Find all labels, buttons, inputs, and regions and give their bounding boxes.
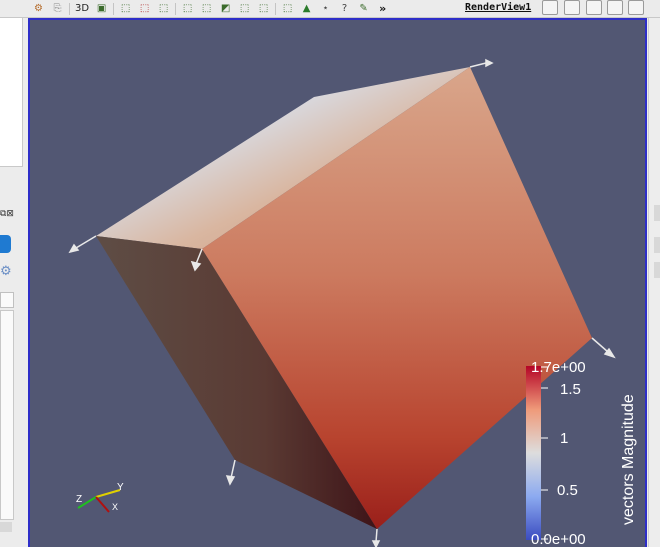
split-horizontal-button[interactable] bbox=[542, 0, 558, 15]
right-panel-control[interactable] bbox=[654, 205, 660, 221]
find-data-icon[interactable]: ⋆ bbox=[319, 2, 332, 15]
query-icon[interactable]: ? bbox=[338, 2, 351, 15]
axis-z-label: Z bbox=[76, 494, 82, 505]
toolbar-separator bbox=[113, 2, 115, 15]
more-tools-button[interactable]: » bbox=[379, 2, 386, 15]
toolbar-separator bbox=[69, 2, 70, 15]
axis-y-label: Y bbox=[117, 482, 124, 493]
camera-undo-icon[interactable]: ⎘ bbox=[51, 2, 64, 15]
search-field[interactable] bbox=[0, 292, 14, 308]
clear-selection-icon[interactable]: ✎ bbox=[357, 2, 370, 15]
select-polygon-icon[interactable]: ⬚ bbox=[257, 2, 270, 15]
hover-cells-icon[interactable]: ⬚ bbox=[238, 2, 251, 15]
pipeline-browser-panel[interactable] bbox=[0, 18, 23, 167]
legend-label-0-5: 0.5 bbox=[557, 482, 578, 499]
close-view-button[interactable] bbox=[628, 0, 644, 15]
maximize-button[interactable] bbox=[586, 0, 602, 15]
axis-x-label: X bbox=[112, 502, 118, 512]
hover-points-icon[interactable]: ◩ bbox=[219, 2, 232, 15]
restore-button[interactable] bbox=[607, 0, 623, 15]
color-legend-bar bbox=[526, 366, 541, 540]
toolbar: ⚙ ⎘ 3D ▣ ⬚ ⬚ ⬚ ⬚ ⬚ ◩ ⬚ ⬚ ⬚ ▲ ⋆ ? ✎ » bbox=[0, 0, 660, 18]
right-panel-control[interactable] bbox=[654, 237, 660, 253]
legend-label-1-5: 1.5 bbox=[560, 381, 581, 398]
split-vertical-button[interactable] bbox=[564, 0, 580, 15]
select-points-icon[interactable]: ⬚ bbox=[138, 2, 151, 15]
panel-float-close-icons[interactable]: ⧉⊠ bbox=[0, 209, 14, 219]
view-3d-button[interactable]: 3D bbox=[75, 3, 89, 14]
camera-redo-icon[interactable]: ▣ bbox=[95, 2, 108, 15]
gear-icon[interactable]: ⚙ bbox=[0, 264, 12, 280]
right-dock bbox=[648, 18, 660, 547]
interactive-select-icon[interactable]: ⬚ bbox=[200, 2, 213, 15]
select-cells-icon[interactable]: ⬚ bbox=[119, 2, 132, 15]
scrollbar[interactable] bbox=[0, 522, 12, 532]
camera-reset-icon[interactable]: ⚙ bbox=[32, 2, 45, 15]
grow-selection-icon[interactable]: ⬚ bbox=[281, 2, 294, 15]
select-frustum-icon[interactable]: ⬚ bbox=[157, 2, 170, 15]
apply-button[interactable] bbox=[0, 235, 11, 253]
render-view[interactable]: Y Z X 1.7e+00 1.5 1 0.5 0.0e+00 vectors … bbox=[30, 20, 645, 547]
right-panel-control[interactable] bbox=[654, 262, 660, 278]
render-view-title[interactable]: RenderView1 bbox=[465, 2, 531, 13]
legend-label-1: 1 bbox=[560, 430, 568, 447]
color-legend[interactable]: 1.7e+00 1.5 1 0.5 0.0e+00 vectors Magnit… bbox=[526, 359, 637, 547]
toolbar-separator bbox=[175, 2, 177, 15]
shrink-selection-icon[interactable]: ▲ bbox=[300, 2, 313, 15]
legend-title: vectors Magnitude bbox=[620, 394, 637, 525]
select-block-icon[interactable]: ⬚ bbox=[181, 2, 194, 15]
properties-panel[interactable] bbox=[0, 310, 14, 520]
toolbar-separator bbox=[275, 2, 277, 15]
legend-label-min: 0.0e+00 bbox=[531, 531, 586, 547]
legend-label-max: 1.7e+00 bbox=[531, 359, 586, 376]
orientation-axes: Y Z X bbox=[76, 482, 124, 513]
